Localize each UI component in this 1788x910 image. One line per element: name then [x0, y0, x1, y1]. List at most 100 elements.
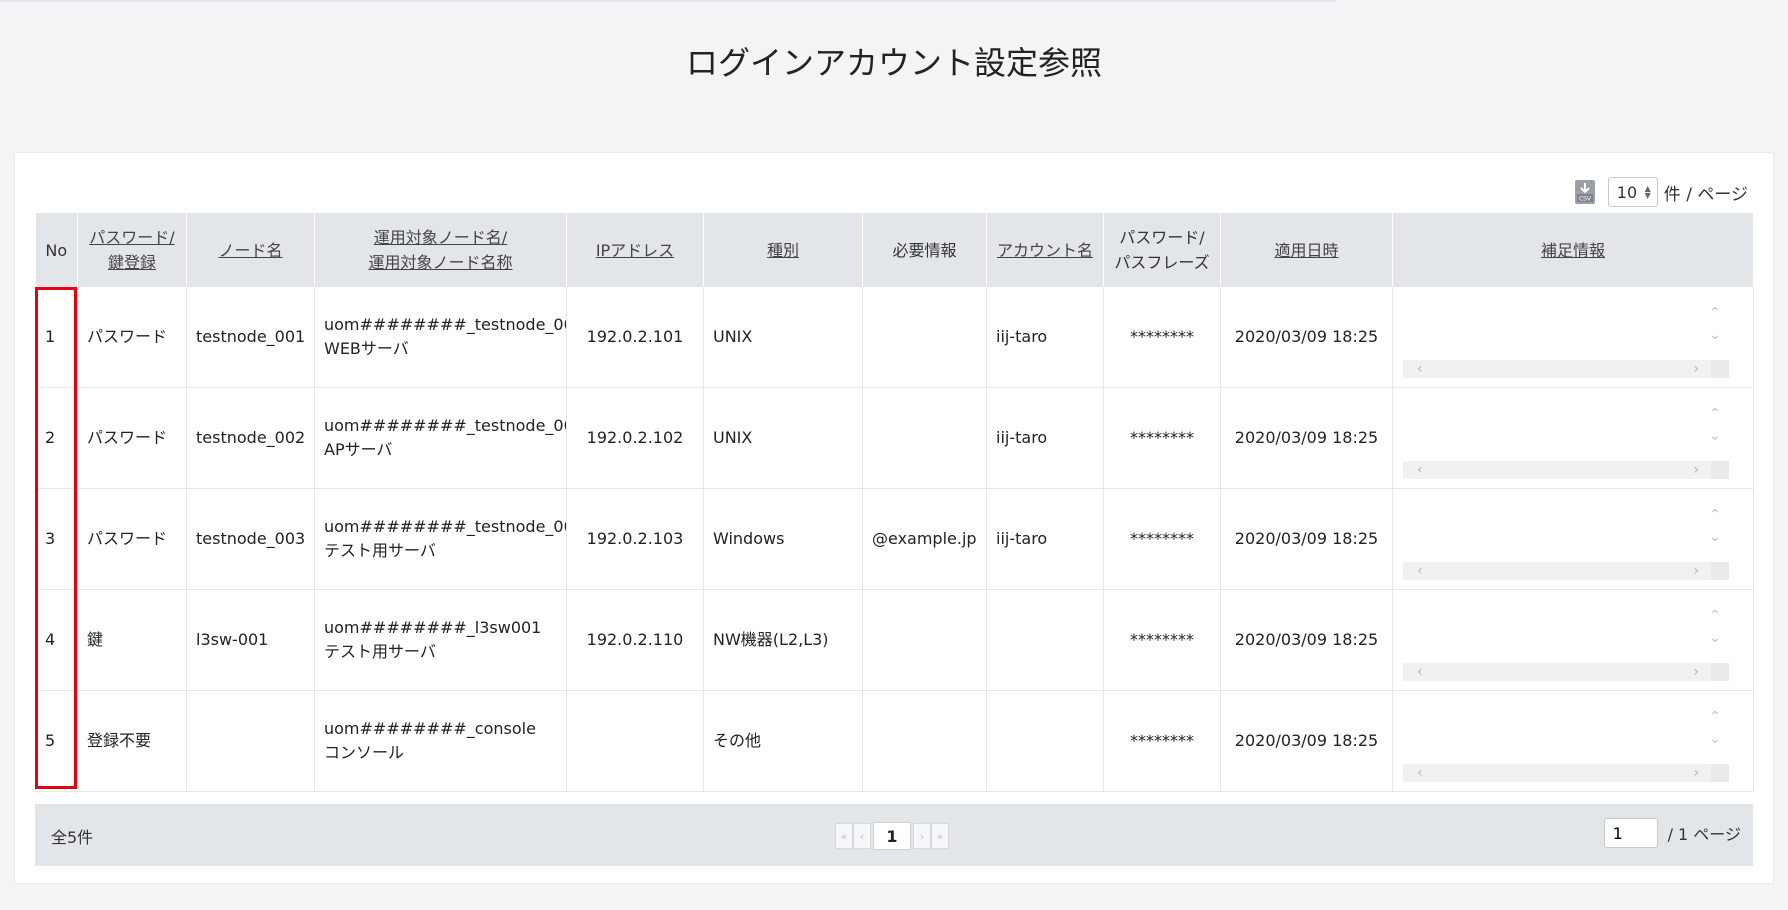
scroll-down-icon[interactable]: ⌄ [1709, 324, 1721, 346]
horizontal-scrollbar[interactable]: ‹ › [1403, 764, 1729, 782]
scroll-down-icon[interactable]: ⌄ [1709, 728, 1721, 750]
column-header-date[interactable]: 適用日時 [1220, 213, 1393, 287]
scroll-up-icon[interactable]: ⌃ [1709, 302, 1721, 324]
total-count: 全5件 [51, 828, 94, 847]
cell-account-name: iij-taro [986, 287, 1104, 388]
cell-required-info [862, 690, 987, 792]
column-header-ip[interactable]: IPアドレス [566, 213, 704, 287]
table-row: 2 パスワード testnode_002 uom########_testnode_0… [35, 387, 1754, 489]
cell-applied-date-text: 2020/03/09 18:25 [1234, 428, 1379, 447]
scroll-left-icon[interactable]: ‹ [1417, 761, 1423, 785]
cell-required-info [862, 589, 987, 691]
prev-page-icon[interactable]: ‹ [853, 823, 871, 849]
vertical-scrollbar[interactable]: ⌃ ⌄ [1701, 700, 1729, 772]
target-node-label: テスト用サーバ [324, 541, 436, 560]
column-header-label-line2: 運用対象ノード名称 [368, 253, 513, 272]
next-page-icon[interactable]: › [913, 823, 931, 849]
notes-textarea[interactable]: ⌃ ⌄ ‹ › [1393, 397, 1729, 479]
horizontal-scrollbar[interactable]: ‹ › [1403, 562, 1729, 580]
scrollbar-corner [1711, 764, 1729, 782]
scroll-right-icon[interactable]: › [1693, 357, 1699, 381]
page-number-input[interactable] [1603, 818, 1658, 848]
scroll-right-icon[interactable]: › [1693, 660, 1699, 684]
notes-textarea[interactable]: ⌃ ⌄ ‹ › [1393, 700, 1729, 782]
scroll-left-icon[interactable]: ‹ [1417, 458, 1423, 482]
cell-required-info: @example.jp [862, 488, 987, 590]
vertical-scrollbar[interactable]: ⌃ ⌄ [1701, 296, 1729, 368]
column-header-notes[interactable]: 補足情報 [1392, 213, 1754, 287]
per-page-value: 10 [1616, 182, 1638, 202]
cell-account-name [986, 690, 1104, 792]
first-page-icon[interactable]: « [835, 823, 853, 849]
notes-textarea[interactable]: ⌃ ⌄ ‹ › [1393, 296, 1729, 378]
scroll-up-icon[interactable]: ⌃ [1709, 504, 1721, 526]
notes-textarea[interactable]: ⌃ ⌄ ‹ › [1393, 599, 1729, 681]
vertical-scrollbar[interactable]: ⌃ ⌄ [1701, 498, 1729, 570]
scroll-up-icon[interactable]: ⌃ [1709, 605, 1721, 627]
cell-ip-address-text: 192.0.2.102 [586, 428, 684, 447]
table-header-row: No パスワード/鍵登録 ノード名 運用対象ノード名/運用対象ノード名称 IPアドレス 種… [35, 213, 1754, 287]
horizontal-scrollbar[interactable]: ‹ › [1403, 663, 1729, 681]
column-header-no: No [35, 213, 78, 287]
current-page-button[interactable]: 1 [873, 822, 911, 850]
vertical-scrollbar[interactable]: ⌃ ⌄ [1701, 397, 1729, 469]
cell-password: ******** [1103, 690, 1221, 792]
top-divider [0, 0, 1336, 2]
per-page-select[interactable]: 10 ▲ ▼ [1607, 177, 1658, 207]
scroll-right-icon[interactable]: › [1693, 761, 1699, 785]
cell-target-node: uom########_testnode_002 APサーバ [314, 387, 567, 489]
scroll-left-icon[interactable]: ‹ [1417, 357, 1423, 381]
scroll-up-icon[interactable]: ⌃ [1709, 403, 1721, 425]
cell-account-name-text: iij-taro [996, 327, 1048, 346]
cell-no: 1 [35, 287, 78, 388]
cell-registration-text: パスワード [87, 428, 168, 447]
column-header-label: アカウント名 [996, 240, 1093, 260]
column-header-account[interactable]: アカウント名 [986, 213, 1104, 287]
cell-account-name-text: iij-taro [996, 529, 1048, 548]
horizontal-scrollbar[interactable]: ‹ › [1403, 360, 1729, 378]
last-page-icon[interactable]: » [931, 823, 949, 849]
pager: « ‹ 1 › » [835, 822, 949, 850]
scroll-right-icon[interactable]: › [1693, 458, 1699, 482]
target-node-name: uom########_console [324, 719, 536, 738]
vertical-scrollbar[interactable]: ⌃ ⌄ [1701, 599, 1729, 671]
column-header-pass: パスワード/パスフレーズ [1103, 213, 1221, 287]
cell-type-text: その他 [713, 731, 762, 750]
horizontal-scrollbar[interactable]: ‹ › [1403, 461, 1729, 479]
scroll-down-icon[interactable]: ⌄ [1709, 526, 1721, 548]
column-header-type[interactable]: 種別 [703, 213, 863, 287]
cell-no: 2 [35, 387, 78, 489]
scroll-left-icon[interactable]: ‹ [1417, 559, 1423, 583]
cell-registration-text: パスワード [87, 327, 168, 346]
cell-password-text: ******** [1130, 327, 1194, 346]
per-page-control: CSV 10 ▲ ▼ 件 / ページ [1574, 177, 1748, 207]
target-node-label: WEBサーバ [324, 339, 409, 358]
column-header-node[interactable]: ノード名 [186, 213, 315, 287]
cell-no-text: 1 [45, 327, 56, 346]
csv-download-icon[interactable]: CSV [1574, 179, 1596, 205]
cell-applied-date-text: 2020/03/09 18:25 [1234, 327, 1379, 346]
cell-applied-date: 2020/03/09 18:25 [1220, 690, 1393, 792]
page-total-label: / 1 ページ [1667, 825, 1741, 844]
notes-textarea[interactable]: ⌃ ⌄ ‹ › [1393, 498, 1729, 580]
cell-applied-date-text: 2020/03/09 18:25 [1234, 731, 1379, 750]
cell-no: 5 [35, 690, 78, 792]
cell-registration: パスワード [77, 387, 187, 489]
scroll-right-icon[interactable]: › [1693, 559, 1699, 583]
target-node-label: コンソール [324, 743, 405, 762]
scroll-down-icon[interactable]: ⌄ [1709, 627, 1721, 649]
cell-registration: 鍵 [77, 589, 187, 691]
cell-notes: ⌃ ⌄ ‹ › [1392, 387, 1754, 489]
column-header-label-line2: パスフレーズ [1114, 253, 1210, 272]
scroll-down-icon[interactable]: ⌄ [1709, 425, 1721, 447]
scrollbar-corner [1711, 663, 1729, 681]
column-header-target[interactable]: 運用対象ノード名/運用対象ノード名称 [314, 213, 567, 287]
scroll-left-icon[interactable]: ‹ [1417, 660, 1423, 684]
target-node-label: テスト用サーバ [324, 642, 436, 661]
cell-node-name: testnode_001 [186, 287, 315, 388]
cell-target-node: uom########_testnode_003 テスト用サーバ [314, 488, 567, 590]
column-header-reg[interactable]: パスワード/鍵登録 [77, 213, 187, 287]
scroll-up-icon[interactable]: ⌃ [1709, 706, 1721, 728]
cell-applied-date-text: 2020/03/09 18:25 [1234, 630, 1379, 649]
cell-ip-address-text: 192.0.2.103 [586, 529, 684, 548]
